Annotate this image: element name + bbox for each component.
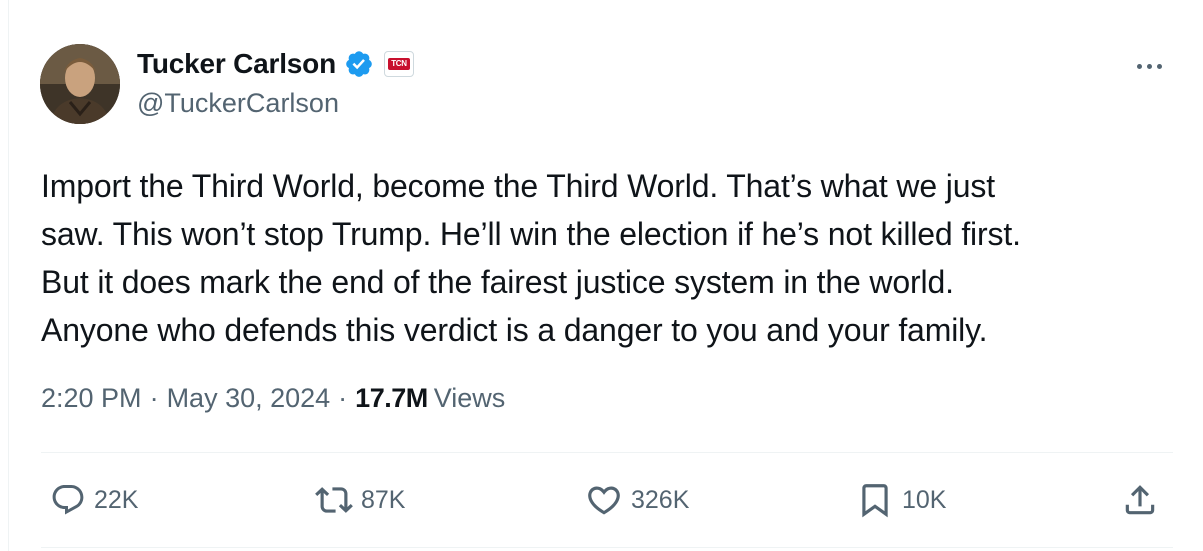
meta-separator: ·	[338, 383, 348, 413]
tweet-meta: 2:20 PM · May 30, 2024 · 17.7M Views	[41, 383, 505, 414]
bookmark-icon	[856, 481, 894, 519]
like-button[interactable]: 326K	[585, 480, 689, 520]
repost-icon	[315, 481, 353, 519]
reply-count: 22K	[94, 485, 139, 514]
divider	[41, 452, 1173, 453]
tweet-text-line: But it does mark the end of the fairest …	[41, 264, 954, 300]
tweet-text-line: Anyone who defends this verdict is a dan…	[41, 312, 988, 348]
divider	[41, 547, 1173, 548]
avatar[interactable]	[40, 44, 120, 124]
meta-separator: ·	[149, 383, 159, 413]
avatar-image	[40, 44, 120, 124]
more-options-icon[interactable]	[1137, 58, 1169, 74]
reply-icon	[50, 482, 86, 518]
views-label: Views	[433, 383, 506, 413]
affiliate-badge[interactable]: TCN	[383, 51, 414, 77]
reply-button[interactable]: 22K	[50, 480, 138, 520]
tweet-date[interactable]: May 30, 2024	[167, 383, 331, 414]
card-border	[8, 0, 9, 551]
affiliate-badge-label: TCN	[388, 58, 410, 70]
repost-count: 87K	[361, 485, 406, 514]
like-count: 326K	[631, 485, 690, 514]
tweet-text-line: saw. This won’t stop Trump. He’ll win th…	[41, 216, 1021, 252]
repost-button[interactable]: 87K	[315, 480, 405, 520]
author-name-row: Tucker Carlson TCN	[137, 46, 414, 82]
bookmark-count: 10K	[902, 485, 947, 514]
tweet-text: Import the Third World, become the Third…	[41, 162, 1161, 354]
heart-icon	[585, 481, 623, 519]
bookmark-button[interactable]: 10K	[856, 480, 946, 520]
author-display-name[interactable]: Tucker Carlson	[137, 48, 336, 80]
views-count: 17.7M	[355, 383, 428, 413]
share-icon	[1121, 481, 1159, 519]
tweet-text-line: Import the Third World, become the Third…	[41, 168, 995, 204]
author-handle[interactable]: @TuckerCarlson	[137, 88, 339, 119]
verified-badge-icon[interactable]	[344, 49, 374, 79]
share-button[interactable]	[1121, 480, 1159, 520]
tweet-time[interactable]: 2:20 PM	[41, 383, 142, 414]
tweet-card: Tucker Carlson TCN @TuckerCarlson Import…	[0, 0, 1203, 551]
